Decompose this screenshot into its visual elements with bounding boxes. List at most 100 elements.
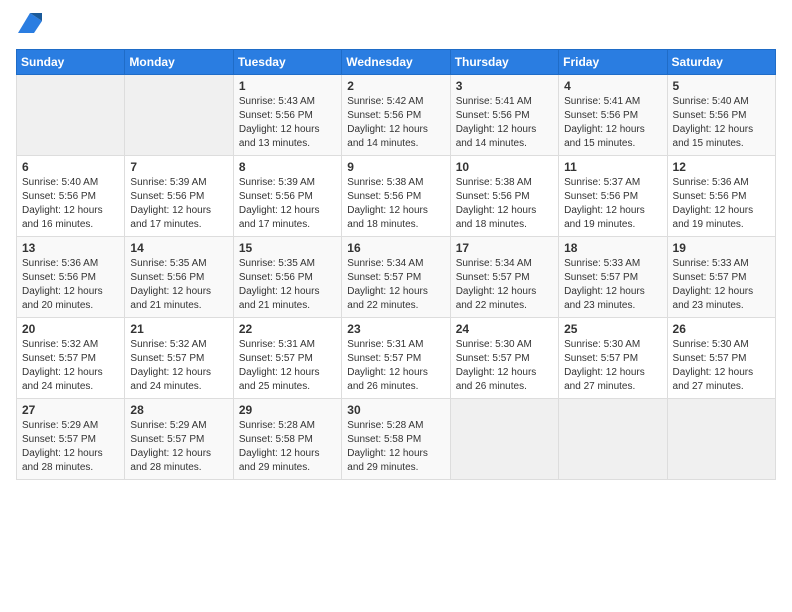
calendar-week-2: 6Sunrise: 5:40 AM Sunset: 5:56 PM Daylig…	[17, 156, 776, 237]
calendar-cell: 10 Sunrise: 5:38 AM Sunset: 5:56 PM Dayli…	[450, 156, 558, 237]
day-number: 3	[456, 79, 553, 93]
calendar-cell: 4 Sunrise: 5:41 AM Sunset: 5:56 PM Daylig…	[559, 75, 667, 156]
day-info: Sunrise: 5:30 AM Sunset: 5:57 PM Dayligh…	[456, 338, 553, 394]
day-number: 29	[239, 403, 336, 417]
day-number: 21	[130, 322, 227, 336]
calendar-cell: 12Sunrise: 5:36 AM Sunset: 5:56 PM Dayli…	[667, 156, 775, 237]
day-number: 9	[347, 160, 444, 174]
day-number: 8	[239, 160, 336, 174]
weekday-header-tuesday: Tuesday	[233, 50, 341, 75]
day-info: Sunrise: 5:40 AM Sunset: 5:56 PM Dayligh…	[22, 176, 119, 232]
day-info: Sunrise: 5:43 AM Sunset: 5:56 PM Dayligh…	[239, 95, 336, 151]
day-number: 4	[564, 79, 661, 93]
calendar-cell: 17 Sunrise: 5:34 AM Sunset: 5:57 PM Dayli…	[450, 237, 558, 318]
calendar-week-5: 27 Sunrise: 5:29 AM Sunset: 5:57 PM Dayli…	[17, 399, 776, 480]
day-number: 30	[347, 403, 444, 417]
day-info: Sunrise: 5:33 AM Sunset: 5:57 PM Dayligh…	[673, 257, 770, 313]
day-info: Sunrise: 5:32 AM Sunset: 5:57 PM Dayligh…	[130, 338, 227, 394]
day-number: 11	[564, 160, 661, 174]
weekday-header-wednesday: Wednesday	[342, 50, 450, 75]
calendar-cell: 21 Sunrise: 5:32 AM Sunset: 5:57 PM Dayli…	[125, 318, 233, 399]
day-number: 1	[239, 79, 336, 93]
day-info: Sunrise: 5:31 AM Sunset: 5:57 PM Dayligh…	[239, 338, 336, 394]
logo	[16, 16, 42, 37]
day-number: 7	[130, 160, 227, 174]
day-number: 23	[347, 322, 444, 336]
day-info: Sunrise: 5:39 AM Sunset: 5:56 PM Dayligh…	[239, 176, 336, 232]
calendar-cell	[559, 399, 667, 480]
calendar-cell: 22 Sunrise: 5:31 AM Sunset: 5:57 PM Dayli…	[233, 318, 341, 399]
calendar-cell: 6Sunrise: 5:40 AM Sunset: 5:56 PM Daylig…	[17, 156, 125, 237]
day-info: Sunrise: 5:28 AM Sunset: 5:58 PM Dayligh…	[347, 419, 444, 475]
calendar-cell: 1 Sunrise: 5:43 AM Sunset: 5:56 PM Daylig…	[233, 75, 341, 156]
day-number: 22	[239, 322, 336, 336]
day-info: Sunrise: 5:34 AM Sunset: 5:57 PM Dayligh…	[347, 257, 444, 313]
day-number: 2	[347, 79, 444, 93]
calendar-cell: 23Sunrise: 5:31 AM Sunset: 5:57 PM Dayli…	[342, 318, 450, 399]
day-info: Sunrise: 5:30 AM Sunset: 5:57 PM Dayligh…	[673, 338, 770, 394]
day-number: 12	[673, 160, 770, 174]
calendar-cell: 8 Sunrise: 5:39 AM Sunset: 5:56 PM Daylig…	[233, 156, 341, 237]
page-header	[16, 16, 776, 37]
weekday-header-row: SundayMondayTuesdayWednesdayThursdayFrid…	[17, 50, 776, 75]
calendar-cell: 25 Sunrise: 5:30 AM Sunset: 5:57 PM Dayli…	[559, 318, 667, 399]
calendar-cell: 7Sunrise: 5:39 AM Sunset: 5:56 PM Daylig…	[125, 156, 233, 237]
day-info: Sunrise: 5:33 AM Sunset: 5:57 PM Dayligh…	[564, 257, 661, 313]
calendar-cell: 18 Sunrise: 5:33 AM Sunset: 5:57 PM Dayli…	[559, 237, 667, 318]
day-number: 13	[22, 241, 119, 255]
day-info: Sunrise: 5:37 AM Sunset: 5:56 PM Dayligh…	[564, 176, 661, 232]
calendar-cell: 2 Sunrise: 5:42 AM Sunset: 5:56 PM Daylig…	[342, 75, 450, 156]
day-info: Sunrise: 5:41 AM Sunset: 5:56 PM Dayligh…	[564, 95, 661, 151]
day-info: Sunrise: 5:41 AM Sunset: 5:56 PM Dayligh…	[456, 95, 553, 151]
day-number: 14	[130, 241, 227, 255]
weekday-header-friday: Friday	[559, 50, 667, 75]
day-number: 18	[564, 241, 661, 255]
calendar-cell	[450, 399, 558, 480]
day-info: Sunrise: 5:34 AM Sunset: 5:57 PM Dayligh…	[456, 257, 553, 313]
calendar-cell	[667, 399, 775, 480]
calendar-cell: 11 Sunrise: 5:37 AM Sunset: 5:56 PM Dayli…	[559, 156, 667, 237]
day-info: Sunrise: 5:29 AM Sunset: 5:57 PM Dayligh…	[130, 419, 227, 475]
day-number: 27	[22, 403, 119, 417]
day-number: 20	[22, 322, 119, 336]
day-info: Sunrise: 5:36 AM Sunset: 5:56 PM Dayligh…	[22, 257, 119, 313]
calendar-cell: 5Sunrise: 5:40 AM Sunset: 5:56 PM Daylig…	[667, 75, 775, 156]
calendar-week-1: 1 Sunrise: 5:43 AM Sunset: 5:56 PM Daylig…	[17, 75, 776, 156]
calendar-cell: 29 Sunrise: 5:28 AM Sunset: 5:58 PM Dayli…	[233, 399, 341, 480]
day-number: 25	[564, 322, 661, 336]
day-info: Sunrise: 5:38 AM Sunset: 5:56 PM Dayligh…	[456, 176, 553, 232]
calendar-cell: 16Sunrise: 5:34 AM Sunset: 5:57 PM Dayli…	[342, 237, 450, 318]
weekday-header-thursday: Thursday	[450, 50, 558, 75]
day-info: Sunrise: 5:42 AM Sunset: 5:56 PM Dayligh…	[347, 95, 444, 151]
day-number: 15	[239, 241, 336, 255]
day-info: Sunrise: 5:40 AM Sunset: 5:56 PM Dayligh…	[673, 95, 770, 151]
day-info: Sunrise: 5:35 AM Sunset: 5:56 PM Dayligh…	[239, 257, 336, 313]
calendar-week-3: 13 Sunrise: 5:36 AM Sunset: 5:56 PM Dayli…	[17, 237, 776, 318]
day-number: 26	[673, 322, 770, 336]
calendar-cell: 15 Sunrise: 5:35 AM Sunset: 5:56 PM Dayli…	[233, 237, 341, 318]
calendar-cell: 24 Sunrise: 5:30 AM Sunset: 5:57 PM Dayli…	[450, 318, 558, 399]
day-number: 17	[456, 241, 553, 255]
calendar-cell	[17, 75, 125, 156]
day-info: Sunrise: 5:29 AM Sunset: 5:57 PM Dayligh…	[22, 419, 119, 475]
day-info: Sunrise: 5:28 AM Sunset: 5:58 PM Dayligh…	[239, 419, 336, 475]
weekday-header-monday: Monday	[125, 50, 233, 75]
calendar-cell: 9 Sunrise: 5:38 AM Sunset: 5:56 PM Daylig…	[342, 156, 450, 237]
calendar-cell: 27 Sunrise: 5:29 AM Sunset: 5:57 PM Dayli…	[17, 399, 125, 480]
day-info: Sunrise: 5:30 AM Sunset: 5:57 PM Dayligh…	[564, 338, 661, 394]
day-info: Sunrise: 5:35 AM Sunset: 5:56 PM Dayligh…	[130, 257, 227, 313]
day-number: 10	[456, 160, 553, 174]
calendar-cell: 28 Sunrise: 5:29 AM Sunset: 5:57 PM Dayli…	[125, 399, 233, 480]
day-number: 24	[456, 322, 553, 336]
day-number: 28	[130, 403, 227, 417]
weekday-header-saturday: Saturday	[667, 50, 775, 75]
calendar-cell: 30 Sunrise: 5:28 AM Sunset: 5:58 PM Dayli…	[342, 399, 450, 480]
calendar-cell: 19Sunrise: 5:33 AM Sunset: 5:57 PM Dayli…	[667, 237, 775, 318]
calendar-cell: 14 Sunrise: 5:35 AM Sunset: 5:56 PM Dayli…	[125, 237, 233, 318]
calendar-cell: 20 Sunrise: 5:32 AM Sunset: 5:57 PM Dayli…	[17, 318, 125, 399]
calendar-cell: 3 Sunrise: 5:41 AM Sunset: 5:56 PM Daylig…	[450, 75, 558, 156]
calendar-week-4: 20 Sunrise: 5:32 AM Sunset: 5:57 PM Dayli…	[17, 318, 776, 399]
calendar-cell: 13 Sunrise: 5:36 AM Sunset: 5:56 PM Dayli…	[17, 237, 125, 318]
day-info: Sunrise: 5:38 AM Sunset: 5:56 PM Dayligh…	[347, 176, 444, 232]
day-info: Sunrise: 5:32 AM Sunset: 5:57 PM Dayligh…	[22, 338, 119, 394]
